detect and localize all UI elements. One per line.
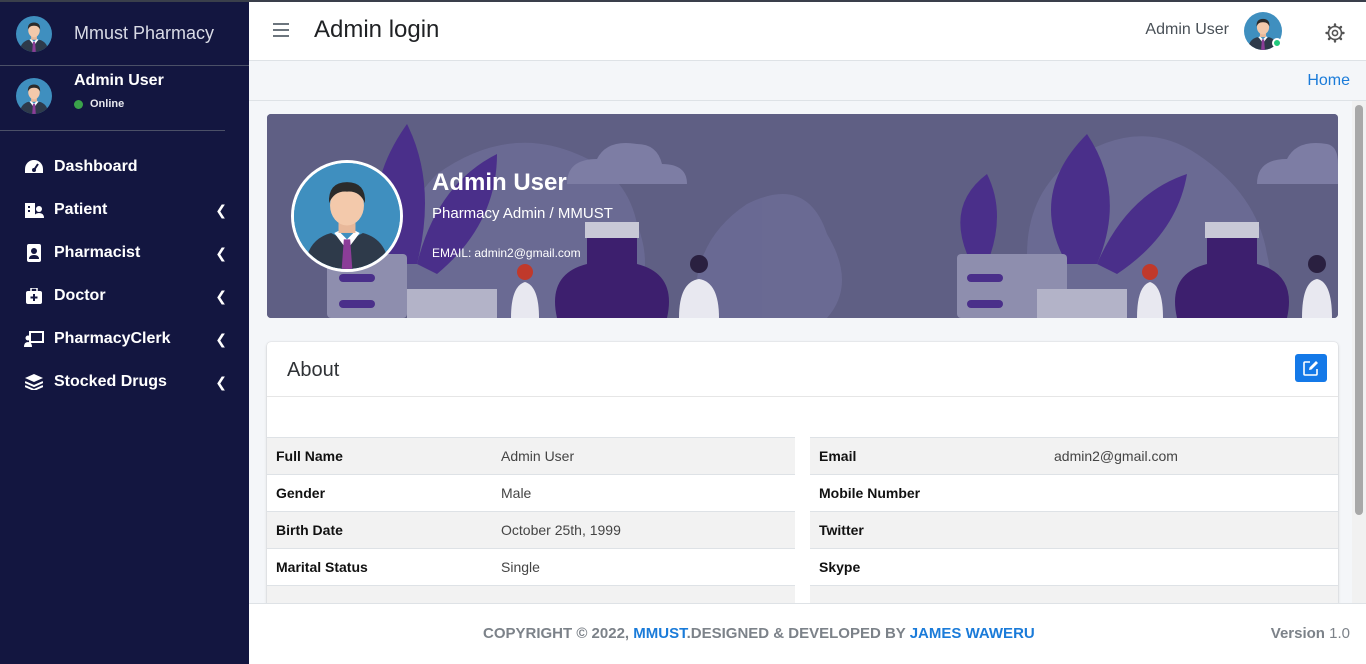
sidebar-item-pharmacist[interactable]: Pharmacist ❮ xyxy=(0,231,249,274)
breadcrumb: Home xyxy=(249,61,1366,101)
table-row: Mobile Number xyxy=(810,474,1338,511)
sidebar: Mmust Pharmacy Admin User Online Dashboa… xyxy=(0,0,249,664)
gear-icon[interactable] xyxy=(1325,23,1345,43)
tachometer-icon xyxy=(24,158,44,176)
sidebar-item-label: Pharmacist xyxy=(54,243,141,261)
sidebar-item-label: PharmacyClerk xyxy=(54,329,171,347)
copyright-text: COPYRIGHT © 2022, xyxy=(483,625,630,642)
sidebar-item-dashboard[interactable]: Dashboard xyxy=(0,145,249,188)
top-navbar: Admin login Admin User xyxy=(249,0,1366,61)
scrollbar-thumb[interactable] xyxy=(1355,105,1363,515)
medkit-icon xyxy=(24,287,44,305)
brand-link[interactable]: Mmust Pharmacy xyxy=(0,2,249,66)
about-card: About Full Name Admin User Gender Male B… xyxy=(267,342,1338,603)
content-scrollbar[interactable] xyxy=(1352,101,1366,603)
sidebar-item-pharmacyclerk[interactable]: PharmacyClerk ❮ xyxy=(0,317,249,360)
sidebar-nav: Dashboard Patient ❮ Pharmacist ❮ Doctor … xyxy=(0,145,249,403)
version-label: Version xyxy=(1270,625,1325,642)
about-table-left: Full Name Admin User Gender Male Birth D… xyxy=(267,437,795,603)
footer: COPYRIGHT © 2022, MMUST.DESIGNED & DEVEL… xyxy=(249,603,1366,664)
email-link[interactable]: admin2@gmail.com xyxy=(1054,448,1178,464)
brand-text: Mmust Pharmacy xyxy=(74,23,215,43)
menu-toggle-icon[interactable] xyxy=(273,23,289,37)
profile-banner: Admin User Pharmacy Admin / MMUST EMAIL:… xyxy=(267,114,1338,318)
profile-role: Pharmacy Admin / MMUST xyxy=(432,205,613,222)
page-title: Admin login xyxy=(314,16,440,43)
chalkboard-user-icon xyxy=(24,330,44,348)
field-label: Email xyxy=(819,448,857,464)
hospital-user-icon xyxy=(24,201,44,219)
footer-copyright: COPYRIGHT © 2022, MMUST.DESIGNED & DEVEL… xyxy=(483,625,1035,642)
sidebar-item-patient[interactable]: Patient ❮ xyxy=(0,188,249,231)
org-link[interactable]: MMUST xyxy=(633,625,686,642)
table-row: Gender Male xyxy=(267,474,795,511)
field-label: Twitter xyxy=(819,522,864,538)
sidebar-item-label: Patient xyxy=(54,200,108,218)
sidebar-item-stocked-drugs[interactable]: Stocked Drugs ❮ xyxy=(0,360,249,403)
table-row: Twitter xyxy=(810,511,1338,548)
user-panel: Admin User Online xyxy=(0,66,225,131)
field-value: October 25th, 1999 xyxy=(501,522,621,538)
layers-icon xyxy=(24,373,44,391)
chevron-left-icon: ❮ xyxy=(215,374,227,390)
online-status-label: Online xyxy=(90,98,125,110)
sidebar-item-label: Stocked Drugs xyxy=(54,372,167,390)
sidebar-user-name[interactable]: Admin User xyxy=(74,72,164,90)
edit-icon xyxy=(1303,361,1318,376)
online-dot-icon xyxy=(74,99,83,109)
field-label: Skype xyxy=(819,559,861,575)
sidebar-item-doctor[interactable]: Doctor ❮ xyxy=(0,274,249,317)
id-badge-icon xyxy=(24,243,44,262)
table-row: Email admin2@gmail.com xyxy=(810,437,1338,474)
chevron-left-icon: ❮ xyxy=(215,202,227,218)
main-content: Admin User Pharmacy Admin / MMUST EMAIL:… xyxy=(249,101,1352,603)
author-link[interactable]: JAMES WAWERU xyxy=(910,625,1035,642)
sidebar-item-label: Doctor xyxy=(54,286,106,304)
table-row xyxy=(810,585,1338,603)
profile-name: Admin User xyxy=(432,169,567,196)
field-label: Gender xyxy=(276,485,326,501)
sidebar-avatar[interactable] xyxy=(16,78,52,114)
about-title: About xyxy=(287,359,340,381)
chevron-left-icon: ❮ xyxy=(215,288,227,304)
chevron-left-icon: ❮ xyxy=(215,245,227,261)
field-value: Admin User xyxy=(501,448,575,464)
chevron-left-icon: ❮ xyxy=(215,331,227,347)
about-table-right: Email admin2@gmail.com Mobile Number Twi… xyxy=(810,437,1338,603)
table-row: Birth Date October 25th, 1999 xyxy=(267,511,795,548)
field-label: Full Name xyxy=(276,448,343,464)
field-label: Mobile Number xyxy=(819,485,921,501)
profile-avatar xyxy=(291,160,403,272)
edit-profile-button[interactable] xyxy=(1295,354,1327,382)
breadcrumb-home-link[interactable]: Home xyxy=(1307,72,1350,90)
field-label: Marital Status xyxy=(276,559,368,575)
online-indicator-icon xyxy=(1272,38,1282,48)
field-label: Birth Date xyxy=(276,522,343,538)
table-row: Skype xyxy=(810,548,1338,585)
sidebar-item-label: Dashboard xyxy=(54,157,138,175)
brand-logo xyxy=(16,16,52,52)
version-number: 1.0 xyxy=(1329,625,1350,642)
banner-illustration xyxy=(267,114,1338,318)
about-card-header: About xyxy=(267,342,1338,397)
profile-email: EMAIL: admin2@gmail.com xyxy=(432,246,581,260)
field-value: Single xyxy=(501,559,540,575)
designed-by-text: .DESIGNED & DEVELOPED BY xyxy=(686,625,906,642)
table-row: Marital Status Single xyxy=(267,548,795,585)
header-user-name[interactable]: Admin User xyxy=(1145,21,1229,39)
profile-email-label: EMAIL: xyxy=(432,246,472,260)
online-status: Online xyxy=(74,98,164,110)
table-row xyxy=(267,585,795,603)
field-value: Male xyxy=(501,485,532,501)
footer-version: Version 1.0 xyxy=(1271,625,1350,642)
table-row: Full Name Admin User xyxy=(267,437,795,474)
profile-email-value: admin2@gmail.com xyxy=(474,246,581,260)
